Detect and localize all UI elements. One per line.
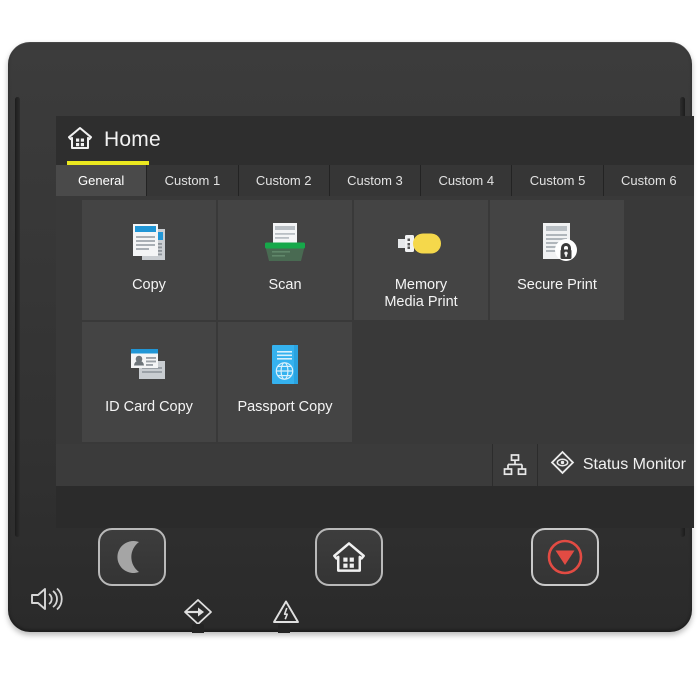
document-lock-icon (525, 213, 589, 273)
tile-label-line-2: Media Print (384, 294, 458, 310)
stop-triangle-icon (547, 539, 583, 575)
tile-label: Secure Print (517, 277, 597, 293)
tab-label: Custom 1 (164, 173, 221, 188)
tile-memory-media-print[interactable]: Memory Media Print (354, 200, 488, 320)
tile-empty-slot (490, 322, 624, 442)
bezel-notch-left (192, 624, 204, 633)
tab-label: Custom 2 (255, 173, 312, 188)
tile-passport-copy[interactable]: Passport Copy (218, 322, 352, 442)
tab-custom-3[interactable]: Custom 3 (329, 165, 422, 196)
tab-label: Custom 3 (347, 173, 403, 188)
id-card-icon (117, 335, 181, 395)
tile-id-card-copy[interactable]: ID Card Copy (82, 322, 216, 442)
tile-empty-slot (354, 322, 488, 442)
page-title: Home (104, 128, 161, 151)
tab-label: General (78, 173, 125, 188)
tile-scan[interactable]: Scan (218, 200, 352, 320)
status-monitor-button[interactable]: Status Monitor (536, 444, 694, 486)
crescent-moon-icon (117, 541, 139, 573)
stop-button[interactable] (531, 528, 599, 586)
tile-label: Scan (268, 277, 302, 293)
touch-screen-display: Home General Custom 1 Custom 2 Custom 3 … (56, 116, 694, 528)
bezel-notch-right (278, 624, 290, 633)
tab-custom-4[interactable]: Custom 4 (421, 165, 513, 196)
tab-label: Custom 5 (529, 173, 586, 188)
copy-documents-icon (117, 213, 181, 273)
home-house-grid-icon (67, 125, 93, 156)
warning-triangle-icon (271, 598, 301, 626)
tab-bar: General Custom 1 Custom 2 Custom 3 Custo… (56, 165, 694, 196)
usb-drive-icon (389, 213, 453, 273)
tile-copy[interactable]: Copy (82, 200, 216, 320)
home-house-grid-icon (333, 542, 365, 572)
sleep-button[interactable] (98, 528, 166, 586)
screen-bezel-left (15, 97, 20, 537)
home-button[interactable] (315, 528, 383, 586)
tab-label: Custom 6 (621, 173, 677, 188)
app-tile-grid: Copy Scan Memory Media Print Secure Prin… (82, 200, 624, 442)
scanner-icon (253, 213, 317, 273)
status-monitor-label: Status Monitor (582, 456, 686, 473)
tile-label: Copy (132, 277, 166, 293)
home-breadcrumb: Home (65, 120, 173, 160)
tile-label: ID Card Copy (105, 399, 193, 415)
screen-header: Home (56, 116, 694, 166)
status-monitor-diamond-eye-icon (550, 450, 575, 480)
tab-custom-1[interactable]: Custom 1 (147, 165, 239, 196)
tab-general[interactable]: General (56, 165, 148, 196)
status-bar: Status Monitor (56, 444, 694, 486)
tile-label-line-1: Memory (394, 277, 448, 293)
tab-label: Custom 4 (438, 173, 495, 188)
tile-label: Memory Media Print (384, 277, 457, 311)
network-ethernet-icon[interactable] (491, 444, 537, 486)
tab-custom-5[interactable]: Custom 5 (512, 165, 604, 196)
tile-secure-print[interactable]: Secure Print (490, 200, 624, 320)
tab-custom-6[interactable]: Custom 6 (603, 165, 694, 196)
tab-custom-2[interactable]: Custom 2 (238, 165, 330, 196)
app-tile-area: Copy Scan Memory Media Print Secure Prin… (56, 196, 694, 444)
data-in-arrow-diamond-icon (181, 597, 215, 627)
speaker-volume-icon (26, 582, 70, 616)
tile-label: Passport Copy (237, 399, 333, 415)
passport-book-icon (253, 335, 317, 395)
